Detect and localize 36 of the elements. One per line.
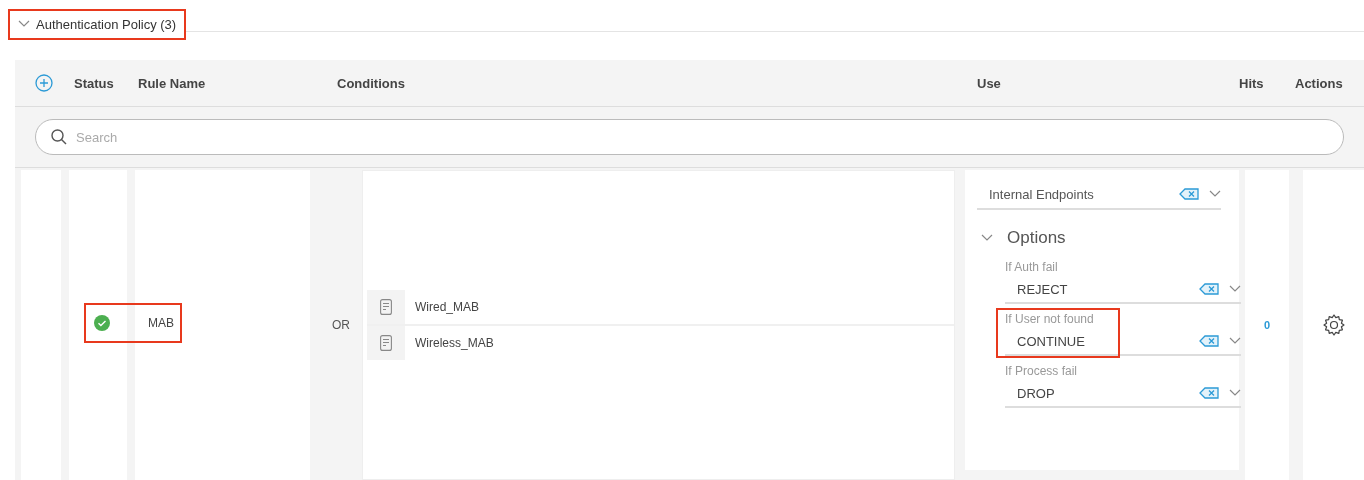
operator-label: OR (332, 318, 350, 332)
option-dropdown[interactable]: CONTINUE (1005, 328, 1241, 356)
chevron-icon (1229, 285, 1241, 293)
hit-count: 0 (1263, 319, 1271, 331)
option-label: If Auth fail (1005, 260, 1059, 276)
option-label: If User not found (1005, 312, 1095, 328)
clear-icon[interactable] (1179, 188, 1199, 200)
column-header: Actions (1295, 75, 1343, 91)
rule-name: MAB (148, 316, 174, 330)
option-dropdown[interactable]: REJECT (1005, 276, 1241, 304)
clear-icon[interactable] (1199, 335, 1219, 347)
column-header: Rule Name (138, 75, 206, 91)
clear-icon[interactable] (1199, 283, 1219, 295)
column-header: Use (977, 75, 1001, 91)
option-dropdown[interactable]: DROP (1005, 380, 1241, 408)
option-label: If Process fail (1005, 364, 1079, 380)
chevron-icon (981, 234, 993, 242)
search-field[interactable]: Search (35, 119, 1344, 155)
search-icon (51, 129, 67, 145)
document-icon (380, 335, 392, 351)
chevron-icon (1209, 190, 1221, 198)
document-icon (380, 299, 392, 315)
section-toggle[interactable]: Authentication Policy (3) (8, 8, 187, 40)
chevron-icon (1229, 337, 1241, 345)
options-toggle[interactable]: Options (981, 228, 1066, 248)
chevron-icon (1229, 389, 1241, 397)
condition-name: Wireless_MAB (415, 336, 494, 350)
chevron-icon (18, 20, 30, 28)
clear-icon[interactable] (1199, 387, 1219, 399)
identity-source-dropdown[interactable]: Internal Endpoints (977, 180, 1221, 210)
add-icon[interactable] (35, 74, 53, 92)
column-header: Conditions (337, 75, 405, 91)
column-header: Hits (1239, 75, 1264, 91)
settings-icon[interactable] (1321, 313, 1346, 337)
condition-name: Wired_MAB (415, 300, 479, 314)
column-header: Status (74, 75, 114, 91)
